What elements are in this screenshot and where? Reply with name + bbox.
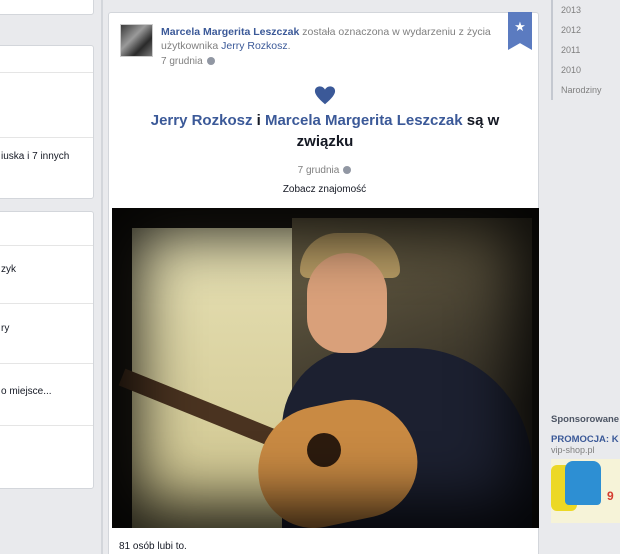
years-scrubber: 2013 2012 2011 2010 Narodziny	[552, 0, 620, 100]
heart-icon	[314, 86, 336, 105]
sponsored-section: Sponsorowane PROMOCJA: K vip-shop.pl 9	[551, 414, 620, 523]
ad-price: 9	[607, 489, 614, 503]
person1-link[interactable]: Jerry Rozkosz	[151, 112, 253, 129]
year-link[interactable]: 2011	[552, 40, 620, 60]
tagged-user-link[interactable]: Jerry Rozkosz	[221, 40, 288, 52]
year-link[interactable]: Narodziny	[552, 80, 620, 100]
life-event-title: Jerry Rozkosz i Marcela Margerita Leszcz…	[129, 110, 521, 152]
post-header: Marcela Margerita Leszczak została oznac…	[161, 25, 501, 53]
ad-shirt-blue	[565, 461, 601, 505]
left-card-top	[0, 0, 94, 15]
left-card-2-row[interactable]: ry	[0, 303, 93, 363]
author-name-link[interactable]: Marcela Margerita Leszczak	[161, 26, 299, 38]
life-event-post: Marcela Margerita Leszczak została oznac…	[108, 12, 539, 554]
ad-image[interactable]: 9	[551, 459, 620, 523]
left-card-1-row[interactable]: iuska i 7 innych	[0, 137, 93, 197]
ad-url[interactable]: vip-shop.pl	[551, 445, 620, 455]
left-column: iuska i 7 innych zyk ry o miejsce...	[0, 0, 94, 554]
year-link[interactable]: 2012	[552, 20, 620, 40]
event-timestamp: 7 grudnia	[109, 165, 540, 176]
event-date[interactable]: 7 grudnia	[298, 165, 340, 176]
year-link[interactable]: 2010	[552, 60, 620, 80]
left-card-2-row[interactable]: o miejsce...	[0, 363, 93, 425]
left-card-2-row[interactable]	[0, 212, 93, 245]
post-timestamp[interactable]: 7 grudnia	[161, 56, 215, 67]
person2-link[interactable]: Marcela Margerita Leszczak	[265, 112, 463, 129]
see-friendship-link[interactable]: Zobacz znajomość	[109, 184, 540, 195]
sponsored-title: Sponsorowane	[551, 414, 620, 425]
ad-title-link[interactable]: PROMOCJA: K	[551, 434, 620, 445]
conjunction: i	[252, 112, 265, 129]
post-date[interactable]: 7 grudnia	[161, 56, 203, 67]
left-card-1-row[interactable]	[0, 72, 93, 137]
globe-icon	[206, 57, 215, 65]
header-period: .	[287, 40, 291, 52]
post-photo[interactable]	[112, 208, 539, 528]
photo-vignette	[112, 208, 539, 528]
author-avatar[interactable]	[120, 24, 153, 57]
globe-icon	[343, 166, 352, 174]
likes-count-link[interactable]: 81 osób lubi to.	[119, 541, 187, 552]
left-card-1-row[interactable]	[0, 46, 93, 72]
left-card-2-row[interactable]: zyk	[0, 245, 93, 303]
year-link[interactable]: 2013	[552, 0, 620, 20]
star-icon[interactable]: ★	[508, 12, 532, 50]
left-card-2-row	[0, 425, 93, 487]
timeline-spine	[101, 0, 103, 554]
left-card-2: zyk ry o miejsce...	[0, 211, 94, 489]
left-card-1: iuska i 7 innych	[0, 45, 94, 199]
